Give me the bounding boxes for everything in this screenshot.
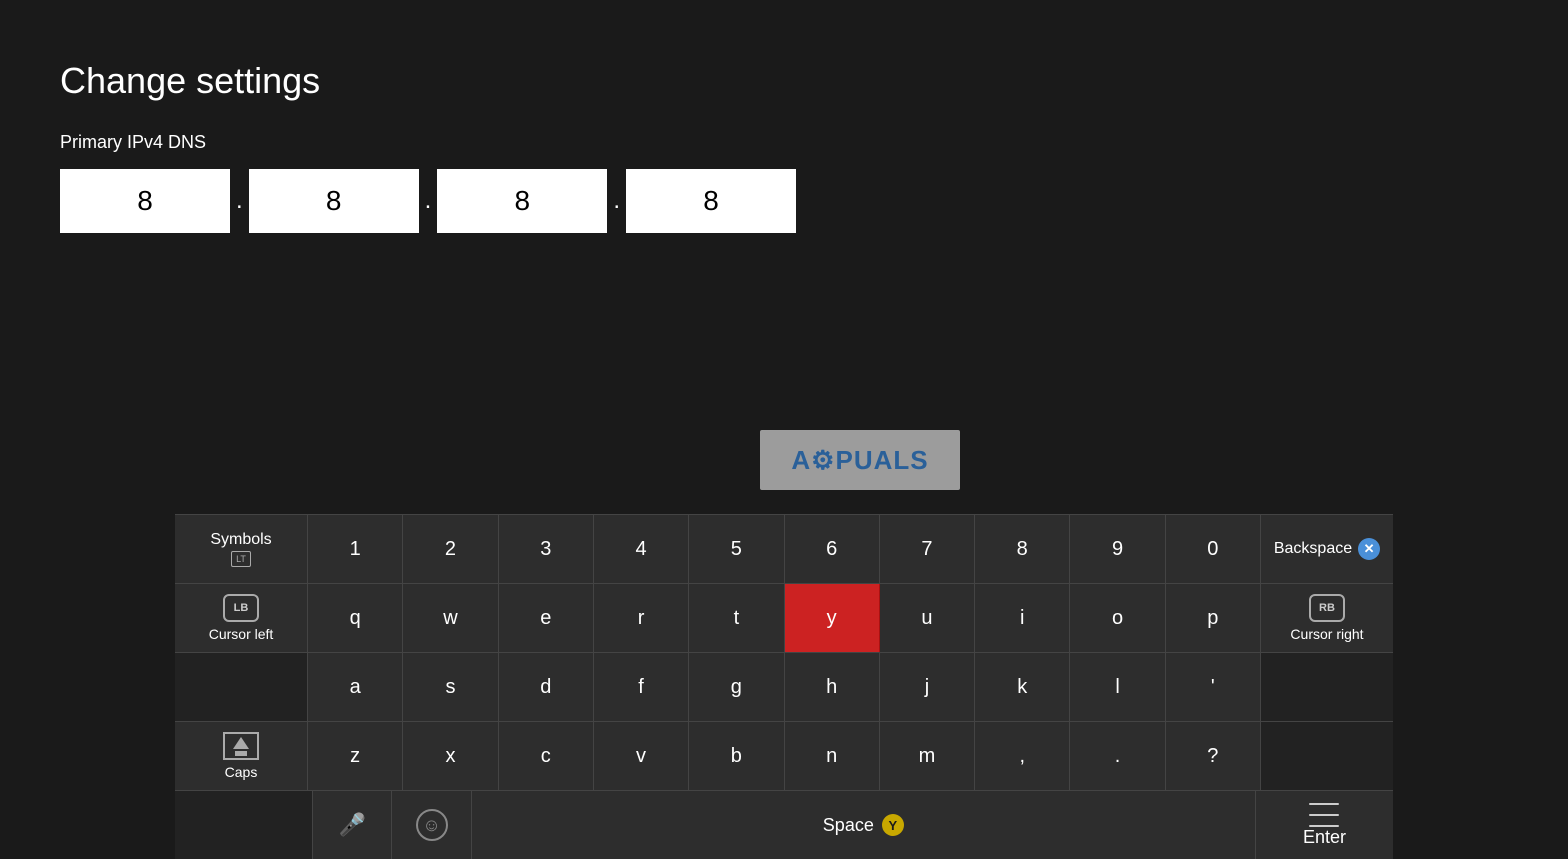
key-filler-left	[175, 653, 308, 721]
symbols-label: Symbols	[210, 531, 271, 549]
key-mic[interactable]: 🎤	[313, 791, 392, 859]
symbols-badge: LT	[231, 551, 251, 567]
key-symbols[interactable]: Symbols LT	[175, 515, 308, 583]
dns-label: Primary IPv4 DNS	[60, 132, 1508, 153]
cursor-right-label: Cursor right	[1290, 626, 1363, 642]
key-d[interactable]: d	[499, 653, 594, 721]
keyboard-row-2: LB Cursor left q w e r t y u i o p RB Cu…	[175, 584, 1393, 653]
x-button-icon: ✕	[1358, 538, 1380, 560]
key-t[interactable]: t	[689, 584, 784, 652]
y-button-icon: Y	[882, 814, 904, 836]
mic-icon: 🎤	[339, 812, 366, 838]
dns-fields: 8 . 8 . 8 . 8	[60, 169, 1508, 233]
key-i[interactable]: i	[975, 584, 1070, 652]
key-comma[interactable]: ,	[975, 722, 1070, 790]
key-x[interactable]: x	[403, 722, 498, 790]
key-spacer-left	[175, 791, 313, 859]
key-1[interactable]: 1	[308, 515, 403, 583]
key-n[interactable]: n	[785, 722, 880, 790]
key-z[interactable]: z	[308, 722, 403, 790]
enter-label: Enter	[1303, 827, 1346, 848]
key-apostrophe[interactable]: '	[1166, 653, 1261, 721]
keyboard-row-3: a s d f g h j k l '	[175, 653, 1393, 722]
dns-octet-2[interactable]: 8	[249, 169, 419, 233]
keyboard: Symbols LT 1 2 3 4 5 6 7 8 9 0 Backspace…	[175, 514, 1393, 859]
key-h[interactable]: h	[785, 653, 880, 721]
key-g[interactable]: g	[689, 653, 784, 721]
key-caps[interactable]: Caps	[175, 722, 308, 790]
keyboard-row-4: Caps z x c v b n m , . ?	[175, 722, 1393, 791]
keyboard-row-1: Symbols LT 1 2 3 4 5 6 7 8 9 0 Backspace…	[175, 515, 1393, 584]
key-o[interactable]: o	[1070, 584, 1165, 652]
lb-icon: LB	[223, 594, 259, 622]
dns-dot-3: .	[607, 187, 626, 215]
rb-icon: RB	[1309, 594, 1345, 622]
key-0[interactable]: 0	[1166, 515, 1261, 583]
key-w[interactable]: w	[403, 584, 498, 652]
key-8[interactable]: 8	[975, 515, 1070, 583]
space-label: Space	[823, 815, 874, 836]
key-cursor-right[interactable]: RB Cursor right	[1261, 584, 1393, 652]
key-filler-right	[1261, 653, 1393, 721]
key-p[interactable]: p	[1166, 584, 1261, 652]
cursor-left-label: Cursor left	[209, 626, 274, 642]
caps-icon	[223, 732, 259, 760]
dns-dot-2: .	[419, 187, 438, 215]
key-j[interactable]: j	[880, 653, 975, 721]
key-e[interactable]: e	[499, 584, 594, 652]
key-s[interactable]: s	[403, 653, 498, 721]
key-k[interactable]: k	[975, 653, 1070, 721]
dns-dot-1: .	[230, 187, 249, 215]
dns-octet-1[interactable]: 8	[60, 169, 230, 233]
emoji-button-icon: ☺	[416, 809, 448, 841]
key-5[interactable]: 5	[689, 515, 784, 583]
key-9[interactable]: 9	[1070, 515, 1165, 583]
key-u[interactable]: u	[880, 584, 975, 652]
key-2[interactable]: 2	[403, 515, 498, 583]
key-l[interactable]: l	[1070, 653, 1165, 721]
key-4[interactable]: 4	[594, 515, 689, 583]
key-q[interactable]: q	[308, 584, 403, 652]
key-cursor-left[interactable]: LB Cursor left	[175, 584, 308, 652]
top-section: Change settings Primary IPv4 DNS 8 . 8 .…	[0, 0, 1568, 273]
key-space[interactable]: Space Y	[472, 791, 1256, 859]
key-period[interactable]: .	[1070, 722, 1165, 790]
dns-octet-3[interactable]: 8	[437, 169, 607, 233]
key-3[interactable]: 3	[499, 515, 594, 583]
page-title: Change settings	[60, 60, 1508, 102]
key-enter[interactable]: Enter	[1256, 791, 1393, 859]
key-b[interactable]: b	[689, 722, 784, 790]
key-y[interactable]: y	[785, 584, 880, 652]
key-v[interactable]: v	[594, 722, 689, 790]
key-backspace[interactable]: Backspace ✕	[1261, 515, 1393, 583]
key-m[interactable]: m	[880, 722, 975, 790]
watermark: A⚙PUALS	[760, 430, 960, 490]
key-question[interactable]: ?	[1166, 722, 1261, 790]
key-c[interactable]: c	[499, 722, 594, 790]
key-a[interactable]: a	[308, 653, 403, 721]
key-7[interactable]: 7	[880, 515, 975, 583]
enter-menu-icon	[1309, 803, 1339, 827]
dns-octet-4[interactable]: 8	[626, 169, 796, 233]
key-r[interactable]: r	[594, 584, 689, 652]
key-f[interactable]: f	[594, 653, 689, 721]
key-emoji[interactable]: ☺	[392, 791, 471, 859]
backspace-label: Backspace	[1274, 540, 1352, 558]
caps-label: Caps	[225, 764, 258, 780]
key-enter-filler	[1261, 722, 1393, 790]
keyboard-row-5: 🎤 ☺ Space Y Enter	[175, 791, 1393, 859]
key-6[interactable]: 6	[785, 515, 880, 583]
